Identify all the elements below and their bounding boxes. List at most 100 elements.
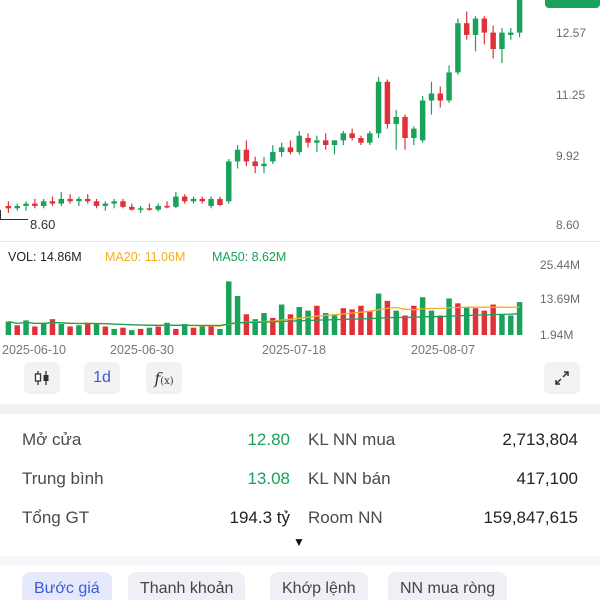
foreign-room-value: 159,847,615	[483, 508, 578, 527]
function-icon: f(x)	[154, 368, 174, 388]
candle	[243, 140, 250, 167]
candle	[393, 109, 399, 150]
candle	[490, 25, 496, 59]
date-label-3: 2025-07-18	[262, 343, 326, 357]
candle	[129, 203, 135, 211]
foreign-sell-label: KL NN bán	[308, 469, 391, 488]
volume-bar	[419, 297, 426, 335]
candle	[446, 65, 452, 103]
volume-bar	[217, 328, 223, 335]
candle	[358, 135, 364, 146]
volume-bar	[76, 325, 82, 335]
open-label: Mở cửa	[22, 430, 82, 449]
volume-bar	[358, 305, 364, 335]
volume-bar	[129, 330, 135, 335]
indicator-button[interactable]: f(x)	[146, 362, 182, 394]
candle	[305, 133, 311, 148]
chart-divider	[0, 241, 600, 242]
candle	[508, 27, 514, 40]
tab-liquidity[interactable]: Thanh khoản	[128, 572, 246, 600]
volume-bar	[393, 310, 399, 335]
candle	[516, 0, 523, 38]
ma20-legend: MA20: 11.06M	[105, 250, 186, 264]
interval-button[interactable]: 1d	[84, 362, 120, 394]
expand-caret-icon[interactable]: ▼	[293, 535, 305, 549]
ma50-legend: MA50: 8.62M	[212, 250, 287, 264]
volume-bar	[49, 319, 56, 335]
candle	[402, 114, 408, 150]
candle	[40, 198, 47, 209]
volume-bar	[111, 328, 117, 335]
volume-bar	[428, 310, 435, 335]
volume-bar	[58, 324, 65, 335]
candle	[208, 196, 214, 209]
candle	[270, 145, 276, 164]
candle	[111, 198, 117, 209]
candle	[314, 135, 320, 153]
volume-bar	[331, 314, 338, 335]
candle	[217, 196, 223, 206]
volume-bar	[261, 313, 267, 335]
chart-type-button[interactable]	[24, 362, 60, 394]
tab-foreign-net-buy[interactable]: NN mua ròng	[388, 572, 508, 600]
tabs-separator	[0, 556, 600, 566]
volume-bar	[40, 322, 47, 335]
volume-bar	[367, 310, 373, 335]
price-tick-2: 11.25	[556, 88, 586, 102]
candle	[455, 18, 461, 75]
candle	[93, 198, 100, 209]
volume-bar	[499, 314, 505, 335]
volume-tick-1: 25.44M	[540, 258, 581, 272]
fullscreen-button[interactable]	[544, 362, 580, 394]
candle	[181, 194, 188, 204]
candle	[252, 156, 258, 174]
volume-chart[interactable]	[0, 265, 600, 340]
foreign-buy-value: 2,713,804	[502, 430, 578, 449]
volume-bar	[287, 314, 294, 335]
volume-bar	[32, 326, 38, 335]
candle	[322, 133, 329, 150]
average-label: Trung bình	[22, 469, 104, 488]
low-price-label: 8.60	[30, 217, 56, 232]
volume-bar	[463, 306, 470, 335]
candle	[384, 79, 391, 129]
candle	[58, 191, 65, 206]
candle	[296, 130, 302, 155]
volume-bar	[234, 296, 241, 335]
volume-bar	[84, 322, 91, 335]
candle	[76, 196, 82, 206]
volume-bar	[208, 325, 214, 335]
candle	[234, 145, 241, 169]
volume-bar	[402, 315, 408, 335]
candle	[419, 95, 426, 143]
volume-bar	[490, 304, 496, 335]
candle	[137, 205, 144, 213]
candle	[349, 128, 355, 141]
candle	[411, 126, 417, 146]
volume-bar	[243, 314, 250, 335]
vol-legend: VOL: 14.86M	[8, 250, 82, 264]
volume-bar	[437, 315, 444, 335]
volume-bar	[14, 325, 20, 335]
candle	[331, 140, 338, 155]
candle	[367, 130, 373, 146]
price-tick-4: 8.60	[556, 218, 580, 232]
candle	[463, 11, 470, 40]
candle	[428, 81, 435, 115]
candle	[287, 140, 294, 155]
volume-bar	[305, 310, 311, 335]
foreign-room-label: Room NN	[308, 508, 383, 527]
tab-matched-orders[interactable]: Khớp lệnh	[270, 572, 368, 600]
foreign-sell-value: 417,100	[516, 469, 578, 488]
volume-bar	[226, 281, 232, 335]
foreign-buy-label: KL NN mua	[308, 430, 396, 449]
volume-bar	[472, 308, 479, 335]
price-chart[interactable]	[0, 0, 600, 240]
volume-bar	[508, 315, 514, 335]
candle	[67, 194, 73, 204]
tab-price-step[interactable]: Bước giá	[22, 572, 112, 600]
volume-bar	[173, 328, 179, 335]
candle	[49, 196, 56, 206]
candle	[261, 156, 267, 174]
volume-bar	[340, 308, 347, 335]
